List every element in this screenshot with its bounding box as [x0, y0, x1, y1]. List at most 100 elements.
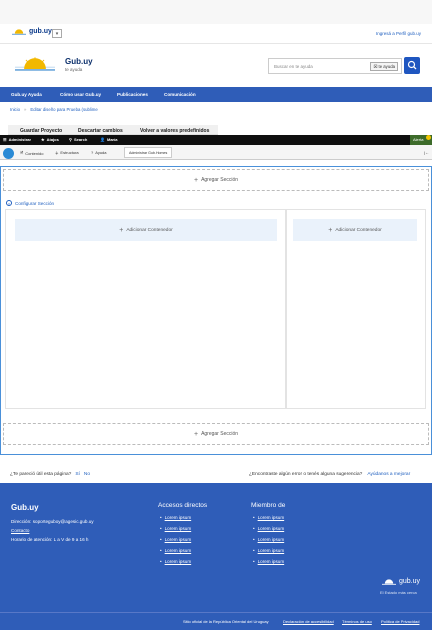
- save-project-tab[interactable]: Guardar Proyecto: [20, 128, 62, 134]
- configure-section-link[interactable]: × Configurar Sección: [6, 200, 54, 206]
- close-icon[interactable]: ×: [6, 200, 12, 206]
- government-bar: [0, 24, 432, 44]
- breadcrumb-separator: »: [24, 107, 27, 112]
- discard-changes-tab[interactable]: Descartar cambios: [78, 128, 123, 134]
- collapse-tray-icon[interactable]: |←: [424, 150, 429, 155]
- add-section-top[interactable]: + Agregar Sección: [3, 169, 429, 191]
- footer-contact[interactable]: Contacto: [11, 528, 29, 533]
- search-input[interactable]: Buscar en te ayuda ☒ te ayuda: [268, 58, 402, 74]
- top-spacer: [0, 0, 432, 24]
- footer-direction-label: Dirección:: [11, 519, 32, 524]
- gub-logo[interactable]: gub.uy: [12, 28, 52, 35]
- search-icon: [407, 60, 417, 70]
- footer-divider: [0, 612, 432, 613]
- feedback-question: ¿Te pareció útil esta página? Sí No: [10, 472, 90, 477]
- footer-official-site: Sitio oficial de la República Oriental d…: [183, 619, 269, 624]
- structure-icon: ⚶: [55, 150, 59, 155]
- gub-logo-text: gub.uy: [29, 28, 52, 35]
- search-scope-label: te ayuda: [378, 64, 396, 69]
- footer-member-link[interactable]: Lorem ipsum: [253, 548, 285, 553]
- footer-member-link[interactable]: Lorem ipsum: [253, 559, 285, 564]
- sun-logo-icon: [12, 29, 26, 35]
- add-section-bottom[interactable]: + Agregar Sección: [3, 423, 429, 445]
- alert-label: Alerta: [413, 137, 424, 142]
- nav-item-como-usar[interactable]: Cómo usar Gub.uy: [60, 92, 101, 97]
- tray-structure[interactable]: ⚶ Estructura: [55, 150, 79, 155]
- site-subtitle: te ayuda: [65, 67, 83, 72]
- toolbar-manage[interactable]: ☰ Administrar: [3, 137, 31, 142]
- local-tasks: Guardar Proyecto Descartar cambios Volve…: [8, 125, 218, 135]
- tray-content-label: Contenido: [25, 151, 44, 156]
- toolbar-manage-label: Administrar: [8, 137, 32, 142]
- improve-link[interactable]: Ayúdanos a mejorar: [367, 472, 410, 477]
- plus-icon: +: [193, 176, 199, 184]
- search-icon: ⚲: [69, 137, 72, 142]
- plus-icon: +: [193, 430, 199, 438]
- add-block-second[interactable]: + Adicionar Contenedor: [293, 219, 417, 241]
- footer-terms-link[interactable]: Términos de uso: [342, 619, 372, 624]
- tray-tab-homes[interactable]: Administrar Gub.Homes: [124, 147, 173, 158]
- tray-structure-label: Estructura: [60, 150, 79, 155]
- site-title: Gub.uy: [65, 57, 93, 66]
- toolbar-user[interactable]: 👤 María: [100, 137, 117, 142]
- feedback-question-text: ¿Te pareció útil esta página?: [10, 472, 72, 477]
- toolbar-shortcuts-label: Atajos: [46, 137, 59, 142]
- breadcrumb-home[interactable]: Inicio: [10, 107, 20, 112]
- add-block-label: Adicionar Contenedor: [126, 227, 173, 233]
- user-icon: 👤: [100, 137, 105, 142]
- brand[interactable]: Gub.uy te ayuda: [15, 57, 93, 72]
- toolbar-search[interactable]: ⚲ Search: [69, 137, 87, 142]
- chevron-down-icon[interactable]: ▾: [52, 29, 62, 38]
- feedback-no[interactable]: No: [84, 472, 90, 477]
- revert-defaults-tab[interactable]: Volver a valores predefinidos: [140, 128, 209, 134]
- footer-member-link[interactable]: Lorem ipsum: [253, 537, 285, 542]
- footer-member-title: Miembro de: [251, 502, 286, 509]
- help-icon: ?: [91, 150, 94, 155]
- main-nav: Gub.uy Ayuda Cómo usar Gub.uy Publicacio…: [0, 87, 432, 102]
- breadcrumb-current: Editar diseño para Prueba (sublime: [30, 107, 98, 112]
- menu-icon: ☰: [3, 137, 7, 142]
- site-footer: [0, 483, 432, 630]
- star-icon: ★: [41, 137, 45, 142]
- footer-accessibility-link[interactable]: Declaración de accesibilidad: [283, 619, 334, 624]
- toolbar-shortcuts[interactable]: ★ Atajos: [41, 137, 59, 142]
- footer-member-link[interactable]: Lorem ipsum: [253, 526, 285, 531]
- feedback-suggestion-text: ¿Encontraste algún error o tenés alguna …: [249, 472, 363, 477]
- footer-member-link[interactable]: Lorem ipsum: [253, 515, 285, 520]
- footer-shortcuts-title: Accesos directos: [158, 502, 208, 509]
- sun-logo-icon: [15, 57, 55, 71]
- footer-shortcut-link[interactable]: Lorem ipsum: [160, 537, 192, 542]
- add-block-first[interactable]: + Adicionar Contenedor: [15, 219, 277, 241]
- footer-privacy-link[interactable]: Política de Privacidad: [381, 619, 419, 624]
- add-block-label: Adicionar Contenedor: [335, 227, 382, 233]
- nav-item-publicaciones[interactable]: Publicaciones: [117, 92, 148, 97]
- footer-title: Gub.uy: [11, 503, 39, 512]
- footer-logo-tagline: El Estado más cerca: [380, 590, 417, 595]
- footer-shortcut-link[interactable]: Lorem ipsum: [160, 548, 192, 553]
- plus-icon: +: [119, 226, 124, 234]
- add-section-label: Agregar Sección: [201, 431, 239, 437]
- add-section-label: Agregar Sección: [201, 177, 239, 183]
- drupal-logo-icon[interactable]: [3, 148, 14, 159]
- tray-content[interactable]: 🗎 Contenido: [20, 150, 43, 157]
- footer-email[interactable]: soporteguboy@agesic.gub.uy: [33, 519, 94, 524]
- nav-item-comunicacion[interactable]: Comunicación: [164, 92, 196, 97]
- search-scope-tag[interactable]: ☒ te ayuda: [370, 62, 398, 71]
- footer-shortcut-link[interactable]: Lorem ipsum: [160, 559, 192, 564]
- feedback-bar: ¿Te pareció útil esta página? Sí No ¿Encon…: [0, 466, 432, 483]
- footer-shortcut-link[interactable]: Lorem ipsum: [160, 515, 192, 520]
- admin-tray: 🗎 Contenido ⚶ Estructura ? Ayuda Administra…: [0, 145, 432, 160]
- login-link[interactable]: Ingresá a Perfil gub.uy: [376, 31, 421, 36]
- search-placeholder: Buscar en te ayuda: [274, 64, 313, 69]
- plus-icon: +: [328, 226, 333, 234]
- search-button[interactable]: [404, 57, 420, 74]
- footer-logo[interactable]: gub.uy: [382, 578, 420, 585]
- alert-badge-icon: [426, 135, 431, 140]
- tray-help-label: Ayuda: [95, 150, 107, 155]
- nav-item-ayuda[interactable]: Gub.uy Ayuda: [11, 92, 42, 97]
- footer-shortcut-link[interactable]: Lorem ipsum: [160, 526, 192, 531]
- footer-contact-link[interactable]: Contacto: [11, 528, 29, 533]
- feedback-yes[interactable]: Sí: [75, 472, 80, 477]
- toolbar-search-label: Search: [73, 137, 88, 142]
- tray-help[interactable]: ? Ayuda: [91, 150, 107, 155]
